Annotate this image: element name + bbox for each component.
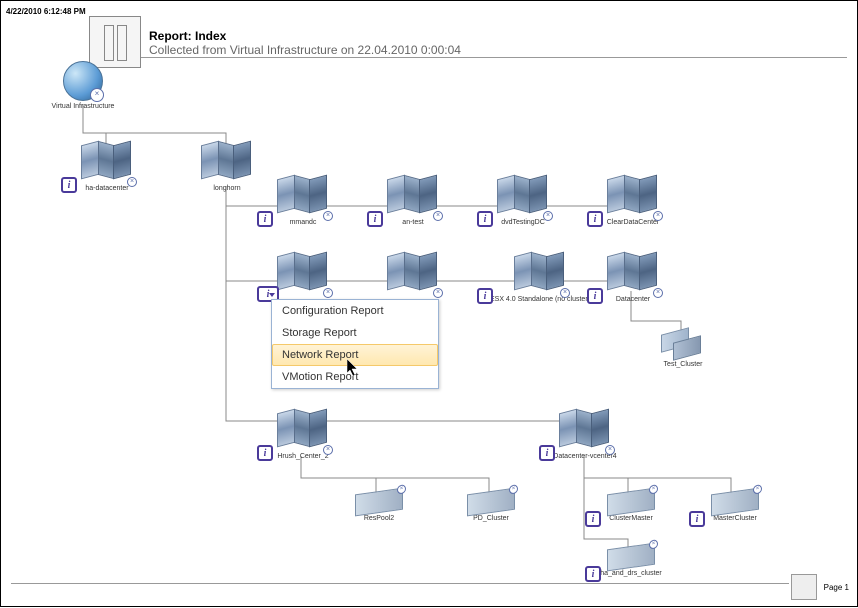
node-esx40[interactable]: × ESX 4.0 Standalone (no cluster) — [485, 254, 595, 304]
node-longhorn[interactable]: longhorn — [189, 143, 265, 193]
footer-icon-box — [791, 574, 817, 600]
datacenter-icon: × — [81, 143, 133, 183]
node-an-test[interactable]: × an-test — [375, 177, 451, 227]
node-ha-drs[interactable]: × ha_and_drs_cluster — [593, 546, 669, 578]
datacenter-icon: × — [387, 177, 439, 217]
report-page: 4/22/2010 6:12:48 PM Report: Index Colle… — [0, 0, 858, 607]
node-row2-2[interactable]: × — [375, 254, 451, 294]
datacenter-icon: × — [559, 411, 611, 451]
datacenter-icon: × — [387, 254, 439, 294]
info-button[interactable]: i — [257, 211, 273, 227]
info-button[interactable]: i — [585, 511, 601, 527]
node-ha-datacenter[interactable]: × ha-datacenter — [69, 143, 145, 193]
info-button[interactable]: i — [367, 211, 383, 227]
datacenter-icon — [201, 143, 253, 183]
node-mmandc[interactable]: × mmandc — [265, 177, 341, 227]
node-dvd-testing[interactable]: × dvdTestingDC — [485, 177, 561, 227]
footer-rule — [11, 583, 789, 584]
info-button[interactable]: i — [539, 445, 555, 461]
menu-item-storage[interactable]: Storage Report — [272, 322, 438, 344]
page-number: Page 1 — [824, 583, 849, 592]
cluster-icon — [661, 327, 705, 359]
node-test-cluster[interactable]: Test_Cluster — [645, 327, 721, 369]
node-pd-cluster[interactable]: × PD_Cluster — [453, 491, 529, 523]
info-button[interactable]: i — [257, 445, 273, 461]
datacenter-icon: × — [277, 411, 329, 451]
node-cluster-master[interactable]: × ClusterMaster — [593, 491, 669, 523]
cursor-icon — [347, 359, 361, 377]
menu-item-configuration[interactable]: Configuration Report — [272, 300, 438, 322]
node-clear-dc[interactable]: × ClearDataCenter — [595, 177, 671, 227]
node-respool2[interactable]: × ResPool2 — [341, 491, 417, 523]
datacenter-icon: × — [277, 254, 329, 294]
pool-icon: × — [467, 488, 515, 517]
info-button[interactable]: i — [585, 566, 601, 582]
info-button[interactable]: i — [477, 288, 493, 304]
pool-icon: × — [355, 488, 403, 517]
info-button[interactable]: i — [61, 177, 77, 193]
info-button[interactable]: i — [689, 511, 705, 527]
pool-icon: × — [607, 543, 655, 572]
node-hrush[interactable]: × Hrush_Center_2 — [265, 411, 341, 461]
info-button[interactable]: i — [587, 288, 603, 304]
info-button[interactable]: i — [477, 211, 493, 227]
node-root[interactable]: Virtual Infrastructure — [45, 61, 121, 111]
pool-icon: × — [711, 488, 759, 517]
node-datacenter[interactable]: × Datacenter — [595, 254, 671, 304]
datacenter-icon: × — [277, 177, 329, 217]
node-dc-vcenter4[interactable]: × Datacenter-vcenter4 — [547, 411, 623, 461]
globe-icon — [63, 61, 103, 101]
info-button[interactable]: i — [587, 211, 603, 227]
datacenter-icon: × — [497, 177, 549, 217]
datacenter-icon: × — [514, 254, 566, 294]
datacenter-icon: × — [607, 177, 659, 217]
node-master-cluster[interactable]: × MasterCluster — [697, 491, 773, 523]
datacenter-icon: × — [607, 254, 659, 294]
pool-icon: × — [607, 488, 655, 517]
